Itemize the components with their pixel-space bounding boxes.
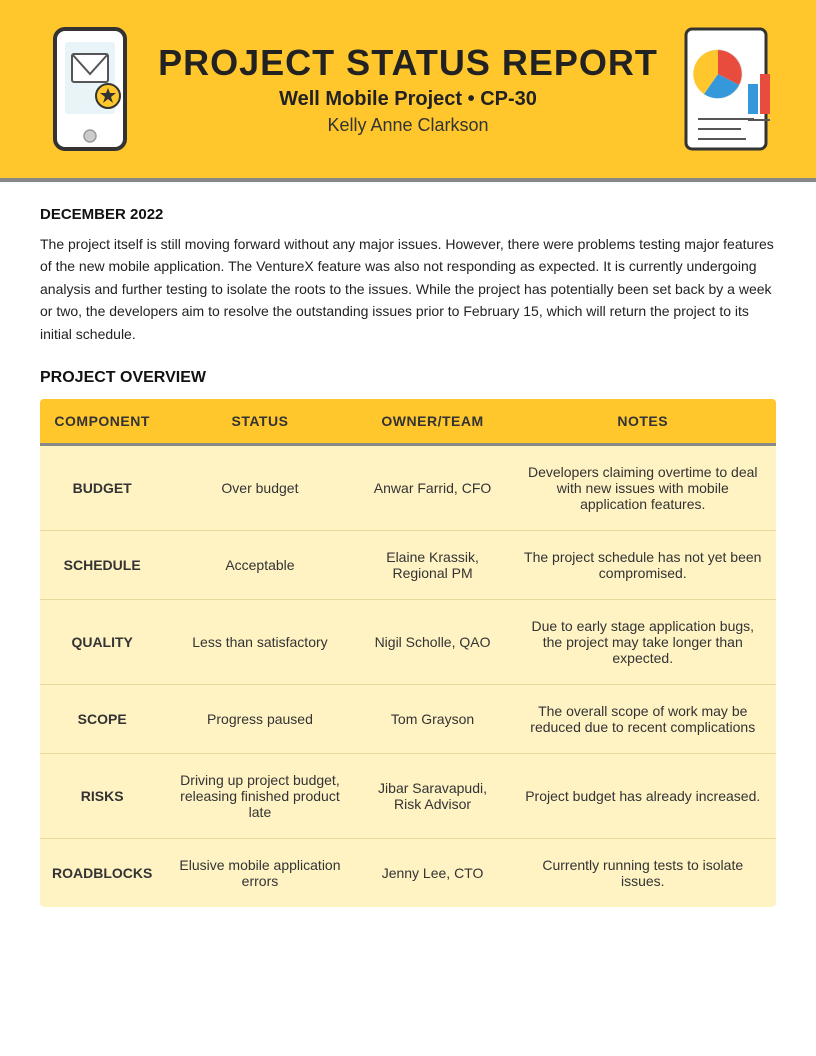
author-name: Kelly Anne Clarkson xyxy=(140,115,676,136)
project-table: COMPONENT STATUS OWNER/TEAM NOTES BUDGET… xyxy=(40,399,776,907)
table-row: SCOPEProgress pausedTom GraysonThe overa… xyxy=(40,684,776,753)
status-cell: Elusive mobile application errors xyxy=(164,838,355,907)
status-cell: Over budget xyxy=(164,444,355,530)
table-row: BUDGETOver budgetAnwar Farrid, CFODevelo… xyxy=(40,444,776,530)
table-row: SCHEDULEAcceptableElaine Krassik, Region… xyxy=(40,530,776,599)
notes-cell: Project budget has already increased. xyxy=(510,753,777,838)
section-title: PROJECT OVERVIEW xyxy=(40,369,776,387)
status-cell: Acceptable xyxy=(164,530,355,599)
notes-cell: The overall scope of work may be reduced… xyxy=(510,684,777,753)
table-row: RISKSDriving up project budget, releasin… xyxy=(40,753,776,838)
owner-cell: Jibar Saravapudi, Risk Advisor xyxy=(356,753,510,838)
table-header-row: COMPONENT STATUS OWNER/TEAM NOTES xyxy=(40,399,776,445)
table-row: ROADBLOCKSElusive mobile application err… xyxy=(40,838,776,907)
owner-cell: Elaine Krassik, Regional PM xyxy=(356,530,510,599)
phone-icon xyxy=(40,24,140,154)
component-cell: ROADBLOCKS xyxy=(40,838,164,907)
col-component: COMPONENT xyxy=(40,399,164,445)
col-status: STATUS xyxy=(164,399,355,445)
date-label: DECEMBER 2022 xyxy=(40,206,776,223)
report-title: PROJECT STATUS REPORT xyxy=(140,42,676,84)
notes-cell: Due to early stage application bugs, the… xyxy=(510,599,777,684)
intro-text: The project itself is still moving forwa… xyxy=(40,233,776,345)
component-cell: QUALITY xyxy=(40,599,164,684)
col-owner: OWNER/TEAM xyxy=(356,399,510,445)
project-subtitle: Well Mobile Project • CP-30 xyxy=(140,88,676,111)
owner-cell: Tom Grayson xyxy=(356,684,510,753)
status-cell: Less than satisfactory xyxy=(164,599,355,684)
page-header: PROJECT STATUS REPORT Well Mobile Projec… xyxy=(0,0,816,178)
status-cell: Driving up project budget, releasing fin… xyxy=(164,753,355,838)
notes-cell: Currently running tests to isolate issue… xyxy=(510,838,777,907)
component-cell: RISKS xyxy=(40,753,164,838)
owner-cell: Anwar Farrid, CFO xyxy=(356,444,510,530)
owner-cell: Jenny Lee, CTO xyxy=(356,838,510,907)
header-center: PROJECT STATUS REPORT Well Mobile Projec… xyxy=(140,42,676,136)
component-cell: SCHEDULE xyxy=(40,530,164,599)
status-cell: Progress paused xyxy=(164,684,355,753)
report-icon xyxy=(676,24,776,154)
notes-cell: The project schedule has not yet been co… xyxy=(510,530,777,599)
component-cell: BUDGET xyxy=(40,444,164,530)
notes-cell: Developers claiming overtime to deal wit… xyxy=(510,444,777,530)
component-cell: SCOPE xyxy=(40,684,164,753)
main-content: DECEMBER 2022 The project itself is stil… xyxy=(0,182,816,931)
owner-cell: Nigil Scholle, QAO xyxy=(356,599,510,684)
table-row: QUALITYLess than satisfactoryNigil Schol… xyxy=(40,599,776,684)
col-notes: NOTES xyxy=(510,399,777,445)
